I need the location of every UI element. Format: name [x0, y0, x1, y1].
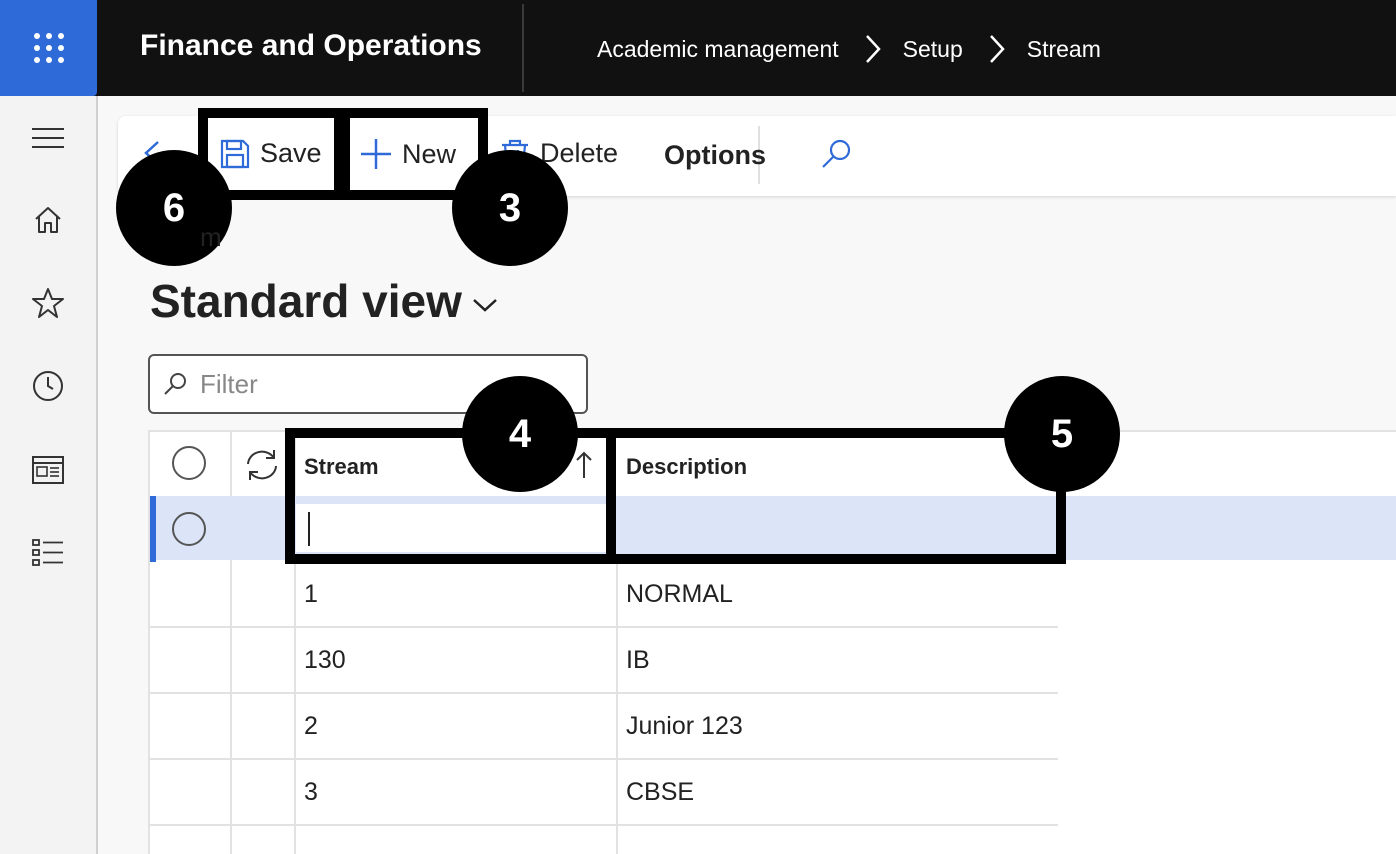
hamburger-icon[interactable] — [30, 120, 66, 156]
refresh-icon[interactable] — [244, 448, 280, 482]
breadcrumb: Academic management Setup Stream — [597, 34, 1101, 64]
cell-stream[interactable]: 2 — [304, 712, 318, 741]
cell-description[interactable]: CBSE — [626, 778, 694, 807]
table-row[interactable]: 1 NORMAL — [150, 562, 1058, 628]
app-title[interactable]: Finance and Operations — [140, 29, 482, 63]
left-navigation — [0, 96, 98, 854]
options-tab[interactable]: Options — [664, 140, 766, 171]
home-icon[interactable] — [30, 202, 66, 238]
title-divider — [522, 4, 524, 92]
step-badge-5: 5 — [1004, 376, 1120, 492]
cell-stream[interactable]: 3 — [304, 778, 318, 807]
chevron-right-icon — [989, 34, 1005, 64]
view-selector[interactable]: Standard view — [150, 274, 498, 328]
table-row[interactable]: 2 Junior 123 — [150, 694, 1058, 760]
waffle-icon — [33, 33, 64, 63]
page-title: m — [200, 222, 222, 252]
step-badge-4: 4 — [462, 376, 578, 492]
cell-description[interactable]: Junior 123 — [626, 712, 743, 741]
select-all-radio[interactable] — [172, 446, 206, 480]
table-row[interactable]: 130 IB — [150, 628, 1058, 694]
search-icon — [822, 139, 851, 168]
delete-button-label: Delete — [540, 138, 619, 168]
search-button[interactable] — [820, 138, 862, 170]
search-icon — [164, 373, 186, 395]
cell-description[interactable]: NORMAL — [626, 580, 733, 609]
app-launcher-button[interactable] — [0, 0, 97, 96]
step-badge-3: 3 — [452, 150, 568, 266]
clock-icon[interactable] — [30, 368, 66, 404]
breadcrumb-item-setup[interactable]: Setup — [903, 36, 963, 63]
breadcrumb-item-academic-management[interactable]: Academic management — [597, 36, 839, 63]
workspace-icon[interactable] — [30, 452, 66, 488]
selected-row-indicator — [150, 496, 156, 562]
chevron-down-icon — [473, 299, 497, 312]
list-icon[interactable] — [30, 535, 66, 571]
view-name: Standard view — [150, 275, 462, 327]
table-row[interactable]: 3 CBSE — [150, 760, 1058, 826]
breadcrumb-item-stream[interactable]: Stream — [1027, 36, 1101, 63]
cell-description[interactable]: IB — [626, 646, 650, 675]
cell-stream[interactable]: 130 — [304, 646, 346, 675]
cell-stream[interactable]: 1 — [304, 580, 318, 609]
star-icon[interactable] — [30, 285, 66, 321]
row-select-radio[interactable] — [172, 512, 206, 546]
callout-box-description — [606, 428, 1066, 564]
top-bar: Finance and Operations Academic manageme… — [0, 0, 1396, 96]
chevron-right-icon — [865, 34, 881, 64]
